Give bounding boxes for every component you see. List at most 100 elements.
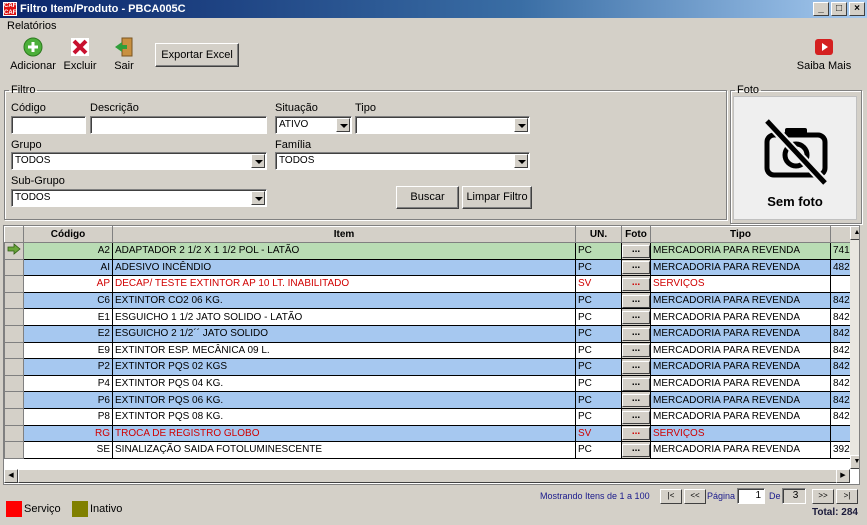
filter-legend: Filtro <box>11 84 36 96</box>
scroll-left-icon[interactable]: ◀ <box>4 469 18 483</box>
photo-ellipsis-button[interactable]: ... <box>622 294 650 308</box>
type-select[interactable] <box>355 116 530 134</box>
photo-ellipsis-button[interactable]: ... <box>622 443 650 457</box>
cell-foto-button[interactable]: ... <box>621 358 651 376</box>
family-select[interactable]: TODOS <box>275 152 530 170</box>
table-row[interactable]: E1 ESGUICHO 1 1/2 JATO SOLIDO - LATÃO PC..… <box>4 308 853 326</box>
table-row[interactable]: P6 EXTINTOR PQS 06 KG. PC... MERCADORIA PAR… <box>4 391 853 409</box>
video-play-icon <box>814 37 834 57</box>
cell-foto-button[interactable]: ... <box>621 391 651 409</box>
code-input[interactable] <box>11 116 86 134</box>
items-grid: Código Item UN. Foto Tipo A2 ADAPTADOR 2 … <box>3 225 860 485</box>
table-row[interactable]: P2 EXTINTOR PQS 02 KGS PC... MERCADORIA PAR… <box>4 358 853 376</box>
delete-button[interactable]: Excluir <box>60 37 100 72</box>
col-header-codigo[interactable]: Código <box>23 226 113 243</box>
cell-item: ESGUICHO 1 1/2 JATO SOLIDO - LATÃO <box>112 308 576 326</box>
scroll-up-icon[interactable]: ▲ <box>850 226 859 240</box>
photo-ellipsis-button[interactable]: ... <box>622 244 650 258</box>
chevron-down-icon[interactable] <box>251 154 265 168</box>
prev-page-button[interactable]: << <box>684 489 706 504</box>
table-row[interactable]: A2 ADAPTADOR 2 1/2 X 1 1/2 POL - LATÃO PC.… <box>4 242 853 260</box>
col-header-un[interactable]: UN. <box>575 226 622 243</box>
table-row[interactable]: E2 ESGUICHO 2 1/2´´ JATO SOLIDO PC... MERCA… <box>4 324 853 343</box>
table-row[interactable]: E9 EXTINTOR ESP. MECÂNICA 09 L. PC... MERCA… <box>4 341 853 360</box>
no-camera-icon <box>763 117 829 187</box>
cell-un: PC <box>575 291 622 310</box>
photo-ellipsis-button[interactable]: ... <box>622 344 650 358</box>
total-pages-field: 3 <box>782 488 806 504</box>
chevron-down-icon[interactable] <box>514 118 528 132</box>
cell-foto-button[interactable]: ... <box>621 324 651 343</box>
col-header-foto[interactable]: Foto <box>621 226 651 243</box>
no-photo-caption: Sem foto <box>767 194 823 209</box>
export-excel-button[interactable]: Exportar Excel <box>155 43 239 67</box>
clear-filter-button[interactable]: Limpar Filtro <box>462 186 532 209</box>
menu-relatorios[interactable]: Relatórios <box>7 20 57 32</box>
group-select[interactable]: TODOS <box>11 152 267 170</box>
cell-foto-button[interactable]: ... <box>621 424 651 443</box>
photo-ellipsis-button[interactable]: ... <box>622 360 650 374</box>
close-button[interactable]: × <box>849 2 865 16</box>
scroll-down-icon[interactable]: ▼ <box>850 455 859 469</box>
cell-extra: 842 <box>830 374 853 393</box>
subgroup-select[interactable]: TODOS <box>11 189 267 207</box>
last-page-button[interactable]: >| <box>836 489 858 504</box>
cell-foto-button[interactable]: ... <box>621 407 651 426</box>
cell-foto-button[interactable]: ... <box>621 275 651 293</box>
cell-extra: 842 <box>830 358 853 376</box>
col-header-tipo[interactable]: Tipo <box>650 226 831 243</box>
photo-ellipsis-button[interactable]: ... <box>622 311 650 325</box>
add-button[interactable]: Adicionar <box>7 37 59 72</box>
next-page-button[interactable]: >> <box>812 489 834 504</box>
cell-un: PC <box>575 391 622 409</box>
photo-ellipsis-button[interactable]: ... <box>622 261 650 275</box>
vertical-scrollbar[interactable]: ▲ ▼ <box>850 226 859 469</box>
learn-more-button[interactable]: Saiba Mais <box>794 37 854 72</box>
description-input[interactable] <box>90 116 267 134</box>
table-row[interactable]: AP DECAP/ TESTE EXTINTOR AP 10 LT. INABIL… <box>4 275 853 293</box>
table-row[interactable]: P8 EXTINTOR PQS 08 KG. PC... MERCADORIA PAR… <box>4 407 853 426</box>
table-row[interactable]: SE SINALIZAÇÃO SAIDA FOTOLUMINESCENTE PC..… <box>4 441 853 459</box>
search-button[interactable]: Buscar <box>396 186 459 209</box>
maximize-button[interactable]: □ <box>831 2 847 16</box>
cell-tipo: MERCADORIA PARA REVENDA <box>650 374 831 393</box>
minimize-button[interactable]: _ <box>813 2 829 16</box>
col-header-extra[interactable] <box>830 226 853 243</box>
horizontal-scroll-thumb[interactable] <box>18 469 838 483</box>
cell-foto-button[interactable]: ... <box>621 258 651 277</box>
first-page-button[interactable]: |< <box>660 489 682 504</box>
photo-ellipsis-button[interactable]: ... <box>622 327 650 341</box>
chevron-down-icon[interactable] <box>514 154 528 168</box>
table-row[interactable]: P4 EXTINTOR PQS 04 KG. PC... MERCADORIA PAR… <box>4 374 853 393</box>
cell-foto-button[interactable]: ... <box>621 291 651 310</box>
title-bar: CAF CAF Filtro Item/Produto - PBCA005C _… <box>0 0 867 18</box>
chevron-down-icon[interactable] <box>336 118 350 132</box>
scroll-right-icon[interactable]: ▶ <box>836 469 850 483</box>
photo-ellipsis-button[interactable]: ... <box>622 410 650 424</box>
status-select[interactable]: ATIVO <box>275 116 352 134</box>
photo-ellipsis-button[interactable]: ... <box>622 427 650 441</box>
table-row[interactable]: RG TROCA DE REGISTRO GLOBO SV... SERVIÇOS <box>4 424 853 443</box>
col-header-item[interactable]: Item <box>112 226 576 243</box>
photo-ellipsis-button[interactable]: ... <box>622 377 650 391</box>
table-row[interactable]: AI ADESIVO INCÊNDIO PC... MERCADORIA PARA R… <box>4 258 853 277</box>
cell-tipo: MERCADORIA PARA REVENDA <box>650 358 831 376</box>
exit-button[interactable]: Sair <box>108 37 140 72</box>
cell-foto-button[interactable]: ... <box>621 341 651 360</box>
cell-item: ADAPTADOR 2 1/2 X 1 1/2 POL - LATÃO <box>112 242 576 260</box>
cell-foto-button[interactable]: ... <box>621 374 651 393</box>
photo-ellipsis-button[interactable]: ... <box>622 277 650 291</box>
horizontal-scrollbar[interactable]: ◀ ▶ <box>4 469 850 483</box>
photo-ellipsis-button[interactable]: ... <box>622 394 650 408</box>
chevron-down-icon[interactable] <box>251 191 265 205</box>
cell-codigo: P8 <box>23 407 113 426</box>
page-number-input[interactable]: 1 <box>737 488 765 504</box>
table-row[interactable]: C6 EXTINTOR CO2 06 KG. PC... MERCADORIA PAR… <box>4 291 853 310</box>
cell-foto-button[interactable]: ... <box>621 441 651 459</box>
cell-un: PC <box>575 308 622 326</box>
cell-foto-button[interactable]: ... <box>621 308 651 326</box>
cell-foto-button[interactable]: ... <box>621 242 651 260</box>
cell-item: EXTINTOR PQS 02 KGS <box>112 358 576 376</box>
cell-un: PC <box>575 374 622 393</box>
cell-extra: 842 <box>830 407 853 426</box>
